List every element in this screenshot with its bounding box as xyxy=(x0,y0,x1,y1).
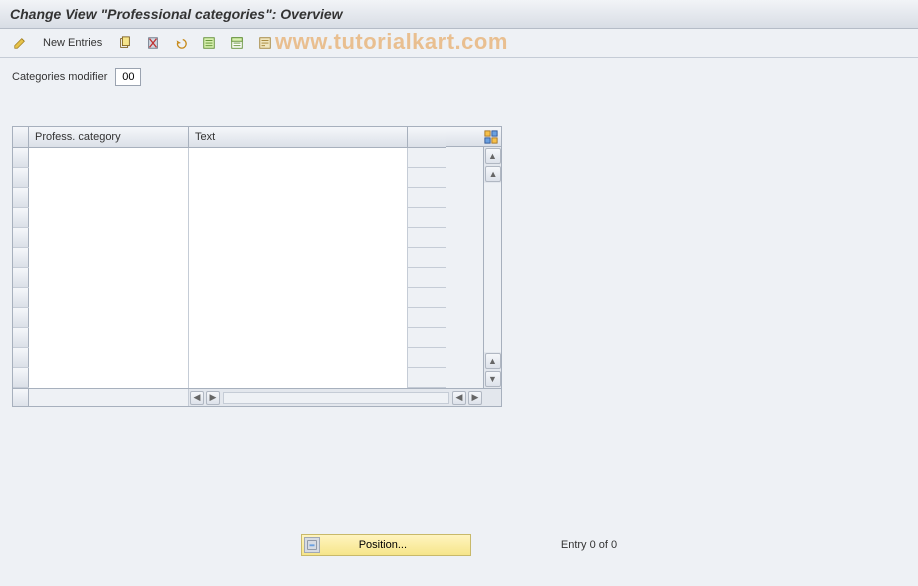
delete-icon[interactable] xyxy=(141,33,165,53)
table-row xyxy=(13,368,446,388)
cell-text[interactable] xyxy=(189,188,408,208)
cell-text[interactable] xyxy=(189,248,408,268)
categories-modifier-input[interactable] xyxy=(115,68,141,86)
cell-text[interactable] xyxy=(189,268,408,288)
hscroll-corner xyxy=(13,389,29,406)
row-selector[interactable] xyxy=(13,248,29,267)
table-row xyxy=(13,168,446,188)
cell-category[interactable] xyxy=(29,168,189,188)
footer-row: Position... Entry 0 of 0 xyxy=(0,534,918,556)
undo-icon[interactable] xyxy=(169,33,193,53)
cell-text[interactable] xyxy=(189,168,408,188)
watermark-text: www.tutorialkart.com xyxy=(275,29,508,55)
table-row xyxy=(13,228,446,248)
scroll-left-icon[interactable]: ◀ xyxy=(190,391,204,405)
cell-category[interactable] xyxy=(29,308,189,328)
table-row xyxy=(13,308,446,328)
scroll-up2-icon[interactable]: ▲ xyxy=(485,166,501,182)
table-body xyxy=(13,148,446,388)
cell-category[interactable] xyxy=(29,228,189,248)
print-icon[interactable] xyxy=(253,33,277,53)
cell-text[interactable] xyxy=(189,348,408,368)
table-row xyxy=(13,288,446,308)
cell-category[interactable] xyxy=(29,368,189,388)
cell-category[interactable] xyxy=(29,288,189,308)
content-area: Categories modifier Profess. category Te… xyxy=(0,58,918,417)
table-header-row: Profess. category Text xyxy=(13,127,446,148)
categories-modifier-label: Categories modifier xyxy=(12,71,107,83)
table-row xyxy=(13,348,446,368)
position-button[interactable]: Position... xyxy=(301,534,471,556)
table-row xyxy=(13,148,446,168)
scroll-right-icon[interactable]: ▶ xyxy=(206,391,220,405)
select-all-icon[interactable] xyxy=(197,33,221,53)
cell-category[interactable] xyxy=(29,188,189,208)
entry-count-text: Entry 0 of 0 xyxy=(561,539,617,551)
new-entries-button[interactable]: New Entries xyxy=(36,33,109,53)
header-bar: Change View "Professional categories": O… xyxy=(0,0,918,29)
cell-text[interactable] xyxy=(189,228,408,248)
row-selector[interactable] xyxy=(13,148,29,167)
cell-text[interactable] xyxy=(189,368,408,388)
toolbar: New Entries www.tutorialkart.com xyxy=(0,29,918,58)
row-selector[interactable] xyxy=(13,328,29,347)
cell-text[interactable] xyxy=(189,148,408,168)
table-row xyxy=(13,328,446,348)
categories-modifier-row: Categories modifier xyxy=(12,68,906,86)
cell-text[interactable] xyxy=(189,208,408,228)
scroll-right2-icon[interactable]: ▶ xyxy=(468,391,482,405)
table-row xyxy=(13,188,446,208)
table-container: Profess. category Text ▲ ▲ xyxy=(12,126,502,407)
cell-category[interactable] xyxy=(29,268,189,288)
scroll-down-icon[interactable]: ▼ xyxy=(485,371,501,387)
display-change-toggle-icon[interactable] xyxy=(8,33,32,53)
vertical-scrollbar[interactable]: ▲ ▲ ▲ ▼ xyxy=(483,147,501,388)
cell-category[interactable] xyxy=(29,248,189,268)
row-selector[interactable] xyxy=(13,288,29,307)
table-row xyxy=(13,248,446,268)
horizontal-scrollbar[interactable]: ◀ ▶ ◀ ▶ xyxy=(13,388,501,406)
copy-icon[interactable] xyxy=(113,33,137,53)
hscroll-fixed-region xyxy=(29,389,189,406)
cell-text[interactable] xyxy=(189,328,408,348)
scroll-up-icon[interactable]: ▲ xyxy=(485,148,501,164)
table-grid: Profess. category Text xyxy=(13,127,446,388)
deselect-all-icon[interactable] xyxy=(225,33,249,53)
cell-category[interactable] xyxy=(29,328,189,348)
row-selector[interactable] xyxy=(13,268,29,287)
cell-category[interactable] xyxy=(29,208,189,228)
row-selector[interactable] xyxy=(13,348,29,367)
cell-category[interactable] xyxy=(29,348,189,368)
vertical-scroll-track[interactable] xyxy=(484,183,501,352)
row-selector[interactable] xyxy=(13,188,29,207)
row-selector[interactable] xyxy=(13,308,29,327)
row-selector-header[interactable] xyxy=(13,127,29,147)
row-selector[interactable] xyxy=(13,208,29,227)
table-row xyxy=(13,268,446,288)
column-header-text[interactable]: Text xyxy=(189,127,408,147)
page-title: Change View "Professional categories": O… xyxy=(10,6,343,22)
cell-text[interactable] xyxy=(189,288,408,308)
table-settings-icon[interactable] xyxy=(481,127,501,146)
column-header-category[interactable]: Profess. category xyxy=(29,127,189,147)
horizontal-scroll-track[interactable] xyxy=(223,392,449,404)
scroll-down2-icon[interactable]: ▲ xyxy=(485,353,501,369)
cell-category[interactable] xyxy=(29,148,189,168)
new-entries-label: New Entries xyxy=(43,37,102,49)
row-selector[interactable] xyxy=(13,368,29,387)
position-icon xyxy=(304,537,320,553)
scroll-left2-icon[interactable]: ◀ xyxy=(452,391,466,405)
position-label: Position... xyxy=(359,539,407,551)
table-row xyxy=(13,208,446,228)
cell-text[interactable] xyxy=(189,308,408,328)
row-selector[interactable] xyxy=(13,228,29,247)
row-selector[interactable] xyxy=(13,168,29,187)
